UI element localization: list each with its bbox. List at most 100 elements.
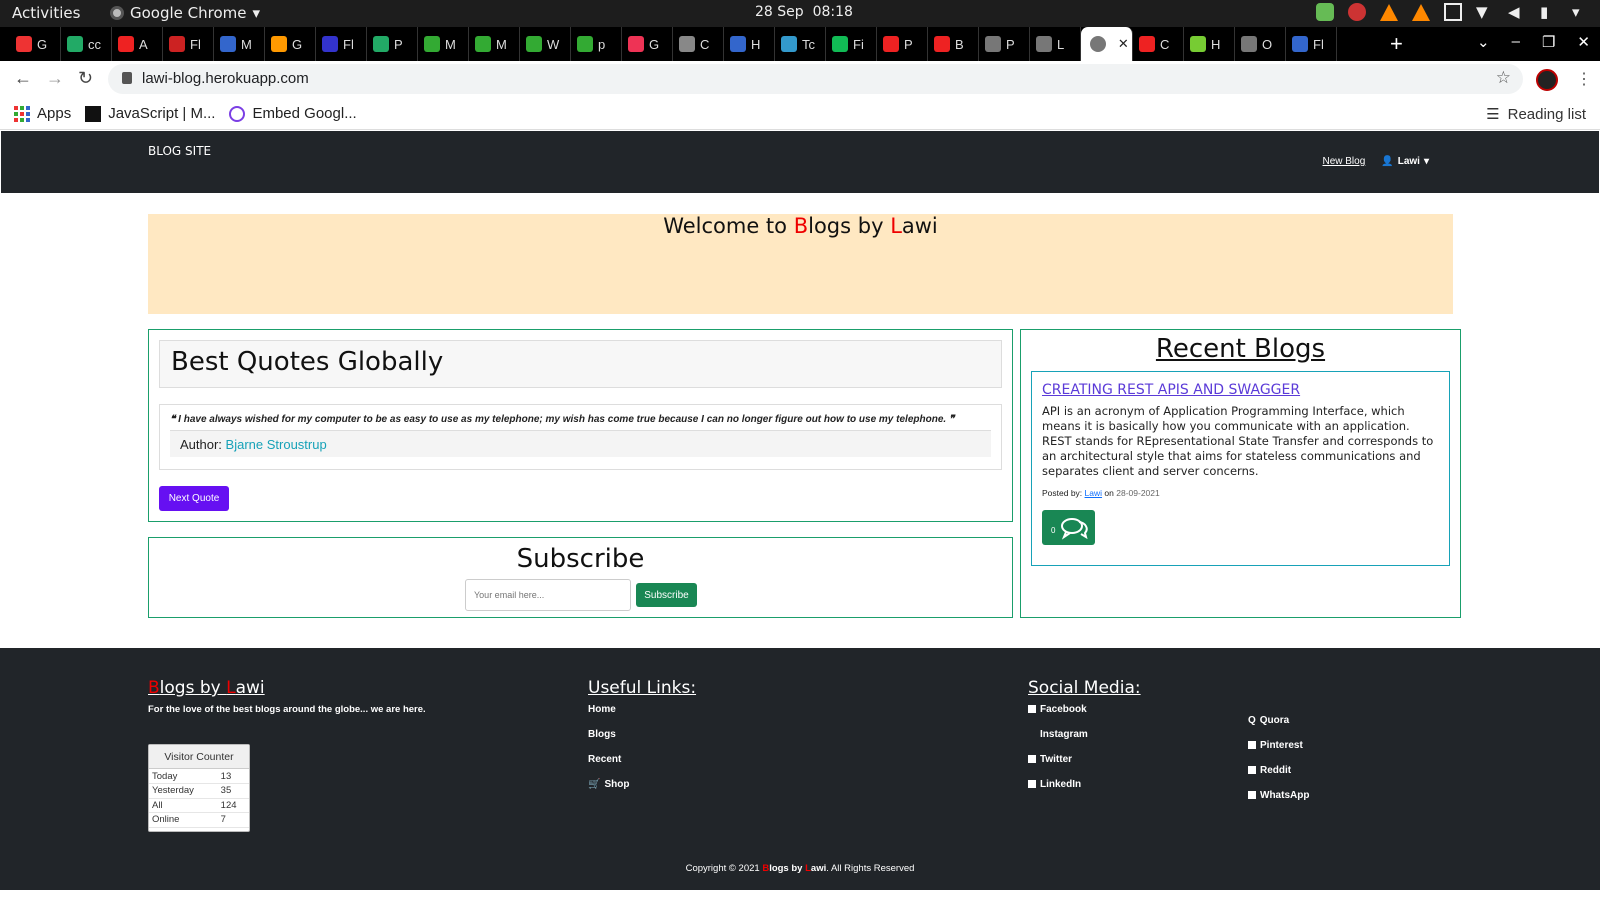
social-link-quora[interactable]: Q Quora (1248, 715, 1309, 740)
tab-favicon-icon (1190, 36, 1206, 52)
site-brand[interactable]: BLOG SITE (148, 144, 211, 158)
tab[interactable]: L (1030, 27, 1081, 61)
footer-link-blogs[interactable]: Blogs (588, 729, 696, 754)
address-bar[interactable]: lawi-blog.herokuapp.com ☆ (108, 64, 1523, 94)
bookmark-embed[interactable]: Embed Googl... (229, 105, 357, 122)
tab[interactable]: H (1184, 27, 1235, 61)
footer-link-label: Shop (604, 779, 630, 790)
footer-link-recent[interactable]: Recent (588, 754, 696, 779)
counter-value: 13 (217, 769, 249, 784)
more-menu-icon[interactable]: ⋮ (1576, 69, 1592, 89)
wifi-icon[interactable]: ▼ (1476, 3, 1494, 21)
tab[interactable]: Tc (775, 27, 826, 61)
tab[interactable]: P (979, 27, 1030, 61)
tab[interactable]: P (367, 27, 418, 61)
tab-title: cc (88, 36, 101, 52)
social-link-twitter[interactable]: Twitter (1028, 754, 1141, 779)
tab[interactable]: H (724, 27, 775, 61)
tab[interactable]: Fl (1286, 27, 1337, 61)
comments-icon (1061, 518, 1088, 540)
tab-close-icon[interactable]: ✕ (1118, 36, 1129, 52)
power-menu-icon[interactable]: ▾ (1572, 3, 1590, 21)
tab[interactable]: C (1133, 27, 1184, 61)
minimize-icon[interactable]: – (1512, 33, 1520, 51)
tab-favicon-icon (67, 36, 83, 52)
reading-list-button[interactable]: ☰ Reading list (1486, 105, 1586, 124)
social-link-pinterest[interactable]: Pinterest (1248, 740, 1309, 765)
post-author-link[interactable]: Lawi (1085, 488, 1102, 498)
blog-post-card: CREATING REST APIS AND SWAGGER API is an… (1031, 371, 1450, 566)
tab[interactable]: B (928, 27, 979, 61)
tab[interactable]: M (469, 27, 520, 61)
clock[interactable]: 28 Sep 08:18 (755, 4, 853, 20)
tab[interactable]: Fl (316, 27, 367, 61)
welcome-l: L (890, 214, 902, 238)
tab[interactable]: G (10, 27, 61, 61)
lock-icon[interactable] (122, 72, 132, 84)
window-icon[interactable] (1444, 3, 1462, 21)
tab-favicon-icon (475, 36, 491, 52)
tab[interactable]: G (622, 27, 673, 61)
social-link-reddit[interactable]: Reddit (1248, 765, 1309, 790)
tab-title: O (1262, 36, 1273, 52)
social-link-instagram[interactable]: Instagram (1028, 729, 1141, 754)
reload-icon[interactable]: ↻ (78, 68, 93, 89)
tab[interactable]: G (265, 27, 316, 61)
email-input[interactable] (465, 579, 631, 611)
tab-favicon-icon (1241, 36, 1257, 52)
tab-search-icon[interactable]: ⌄ (1477, 33, 1490, 51)
tab[interactable]: cc (61, 27, 112, 61)
tab-favicon-icon (526, 36, 542, 52)
app-menu[interactable]: Google Chrome ▾ (110, 4, 260, 22)
profile-avatar[interactable] (1536, 69, 1558, 91)
vlc-icon[interactable] (1380, 3, 1398, 21)
tab[interactable]: O (1235, 27, 1286, 61)
bookmark-favicon-icon (85, 105, 102, 122)
tab[interactable]: M (418, 27, 469, 61)
reddit-icon (1248, 766, 1256, 774)
tab[interactable]: p (571, 27, 622, 61)
activities-button[interactable]: Activities (12, 4, 80, 22)
new-tab-button[interactable]: + (1390, 31, 1403, 57)
tab[interactable]: C (673, 27, 724, 61)
tab[interactable]: Fl (163, 27, 214, 61)
post-title-link[interactable]: CREATING REST APIS AND SWAGGER (1042, 382, 1300, 398)
user-dropdown[interactable]: 👤 Lawi ▾ (1381, 156, 1429, 167)
back-icon[interactable]: ← (14, 68, 32, 89)
bookmark-star-icon[interactable]: ☆ (1496, 68, 1511, 88)
new-blog-link[interactable]: New Blog (1322, 156, 1365, 167)
comments-button[interactable]: 0 (1042, 510, 1095, 545)
forward-icon[interactable]: → (46, 68, 64, 89)
tab[interactable]: P (877, 27, 928, 61)
tab-title: M (445, 36, 456, 52)
tab-title: H (1211, 36, 1221, 52)
next-quote-button[interactable]: Next Quote (159, 486, 229, 511)
bookmark-apps[interactable]: Apps (14, 105, 71, 122)
notification-badge-icon[interactable] (1348, 3, 1366, 21)
cart-icon: 🛒 (588, 779, 601, 790)
tab[interactable]: A (112, 27, 163, 61)
bookmark-label: JavaScript | M... (108, 105, 216, 122)
footer-link-shop[interactable]: 🛒 Shop (588, 779, 696, 804)
footer-link-home[interactable]: Home (588, 704, 696, 729)
footer-brand: Blogs by Lawi (148, 678, 426, 698)
tab-favicon-icon (1036, 36, 1052, 52)
facebook-icon (1028, 705, 1036, 713)
quote-content: I have always wished for my computer to … (178, 414, 947, 425)
maximize-icon[interactable]: ❐ (1542, 33, 1555, 51)
close-icon[interactable]: ✕ (1577, 33, 1590, 51)
social-link-facebook[interactable]: Facebook (1028, 704, 1141, 729)
bookmark-javascript[interactable]: JavaScript | M... (85, 105, 215, 122)
social-link-whatsapp[interactable]: WhatsApp (1248, 790, 1309, 815)
subscribe-button[interactable]: Subscribe (636, 583, 697, 607)
volume-icon[interactable]: ◀ (1508, 3, 1526, 21)
welcome-logs: logs by (808, 214, 891, 238)
slack-icon[interactable] (1316, 3, 1334, 21)
tab-active[interactable]: ✕ (1081, 27, 1133, 61)
tab[interactable]: Fi (826, 27, 877, 61)
tab[interactable]: W (520, 27, 571, 61)
social-link-linkedin[interactable]: LinkedIn (1028, 779, 1141, 804)
vlc-icon[interactable] (1412, 3, 1430, 21)
tab[interactable]: M (214, 27, 265, 61)
battery-icon[interactable]: ▮ (1540, 3, 1558, 21)
